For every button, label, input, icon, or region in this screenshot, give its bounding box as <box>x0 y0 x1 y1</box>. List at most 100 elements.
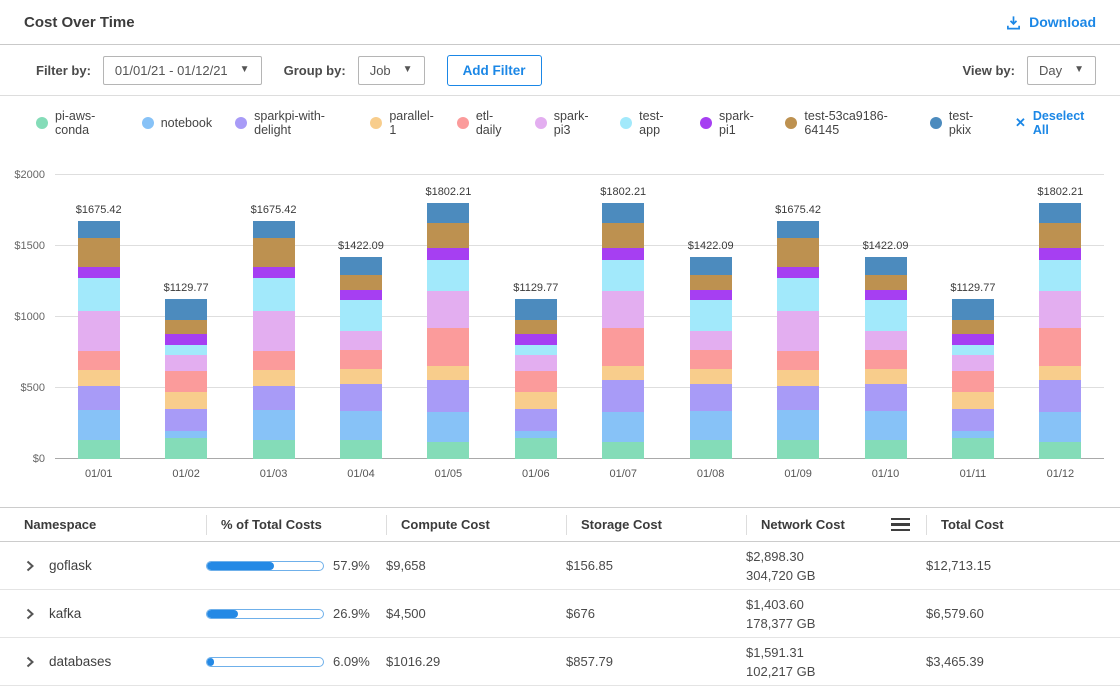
bar-01-09[interactable] <box>777 221 819 459</box>
bar-segment-pi-aws-conda[interactable] <box>952 438 994 459</box>
bar-segment-etl-daily[interactable] <box>952 371 994 392</box>
bar-segment-test-pkix[interactable] <box>515 299 557 320</box>
bar-segment-pi-aws-conda[interactable] <box>78 440 120 459</box>
bar-segment-spark-pi3[interactable] <box>602 291 644 328</box>
bar-01-04[interactable] <box>340 257 382 459</box>
bar-segment-test-53ca9186-64145[interactable] <box>427 223 469 248</box>
download-button[interactable]: Download <box>1006 14 1096 30</box>
legend-item-spark-pi3[interactable]: spark-pi3 <box>535 109 597 137</box>
bar-segment-spark-pi1[interactable] <box>602 248 644 260</box>
date-range-select[interactable]: 01/01/21 - 01/12/21 ▼ <box>103 56 262 85</box>
bar-segment-parallel-1[interactable] <box>78 370 120 386</box>
bar-segment-etl-daily[interactable] <box>602 328 644 366</box>
bar-01-10[interactable] <box>865 257 907 459</box>
legend-item-spark-pi1[interactable]: spark-pi1 <box>700 109 762 137</box>
bar-segment-notebook[interactable] <box>777 410 819 441</box>
bar-segment-parallel-1[interactable] <box>340 369 382 384</box>
bar-segment-pi-aws-conda[interactable] <box>690 440 732 459</box>
legend-item-test-53ca9186-64145[interactable]: test-53ca9186-64145 <box>785 109 907 137</box>
bar-segment-test-pkix[interactable] <box>340 257 382 275</box>
bar-segment-spark-pi1[interactable] <box>340 290 382 300</box>
bar-segment-pi-aws-conda[interactable] <box>777 440 819 459</box>
bar-segment-pi-aws-conda[interactable] <box>1039 442 1081 459</box>
bar-01-08[interactable] <box>690 257 732 459</box>
bar-segment-spark-pi1[interactable] <box>253 267 295 278</box>
bar-segment-test-pkix[interactable] <box>865 257 907 275</box>
bar-segment-test-app[interactable] <box>515 345 557 355</box>
bar-segment-spark-pi3[interactable] <box>340 331 382 349</box>
bar-segment-spark-pi1[interactable] <box>865 290 907 300</box>
bar-segment-notebook[interactable] <box>253 410 295 441</box>
bar-segment-test-53ca9186-64145[interactable] <box>602 223 644 248</box>
bar-segment-test-pkix[interactable] <box>165 299 207 320</box>
bar-segment-etl-daily[interactable] <box>78 351 120 369</box>
bar-segment-test-app[interactable] <box>340 300 382 331</box>
bar-segment-spark-pi3[interactable] <box>253 311 295 352</box>
expand-chevron-icon[interactable] <box>24 656 36 668</box>
bar-segment-test-53ca9186-64145[interactable] <box>690 275 732 290</box>
bar-segment-pi-aws-conda[interactable] <box>602 442 644 459</box>
bar-segment-parallel-1[interactable] <box>1039 366 1081 379</box>
bar-segment-notebook[interactable] <box>340 411 382 440</box>
bar-segment-test-app[interactable] <box>952 345 994 355</box>
bar-segment-test-pkix[interactable] <box>690 257 732 275</box>
bar-01-03[interactable] <box>253 221 295 459</box>
bar-01-12[interactable] <box>1039 203 1081 459</box>
bar-segment-sparkpi-with-delight[interactable] <box>340 384 382 410</box>
bar-segment-parallel-1[interactable] <box>427 366 469 379</box>
bar-segment-test-pkix[interactable] <box>253 221 295 238</box>
bar-segment-test-app[interactable] <box>690 300 732 331</box>
bar-segment-spark-pi1[interactable] <box>515 334 557 345</box>
legend-item-test-app[interactable]: test-app <box>620 109 677 137</box>
legend-item-pi-aws-conda[interactable]: pi-aws-conda <box>36 109 119 137</box>
bar-segment-sparkpi-with-delight[interactable] <box>253 386 295 410</box>
bar-segment-etl-daily[interactable] <box>253 351 295 369</box>
bar-segment-etl-daily[interactable] <box>690 350 732 370</box>
bar-segment-test-pkix[interactable] <box>602 203 644 223</box>
group-by-select[interactable]: Job ▼ <box>358 56 425 85</box>
bar-segment-notebook[interactable] <box>78 410 120 441</box>
bar-segment-spark-pi3[interactable] <box>427 291 469 328</box>
bar-segment-spark-pi1[interactable] <box>690 290 732 300</box>
bar-segment-notebook[interactable] <box>165 431 207 438</box>
bar-segment-notebook[interactable] <box>515 431 557 438</box>
bar-segment-notebook[interactable] <box>1039 412 1081 443</box>
bar-segment-test-pkix[interactable] <box>427 203 469 223</box>
bar-segment-etl-daily[interactable] <box>427 328 469 366</box>
bar-segment-sparkpi-with-delight[interactable] <box>1039 380 1081 412</box>
bar-segment-etl-daily[interactable] <box>165 371 207 392</box>
bar-segment-test-53ca9186-64145[interactable] <box>253 238 295 267</box>
bar-segment-sparkpi-with-delight[interactable] <box>952 409 994 432</box>
bar-segment-test-pkix[interactable] <box>78 221 120 238</box>
bar-segment-parallel-1[interactable] <box>690 369 732 384</box>
legend-item-test-pkix[interactable]: test-pkix <box>930 109 988 137</box>
bar-segment-sparkpi-with-delight[interactable] <box>78 386 120 410</box>
bar-segment-test-pkix[interactable] <box>952 299 994 320</box>
bar-segment-spark-pi3[interactable] <box>165 355 207 371</box>
bar-segment-test-pkix[interactable] <box>777 221 819 238</box>
bar-segment-spark-pi3[interactable] <box>78 311 120 352</box>
bar-segment-parallel-1[interactable] <box>515 392 557 409</box>
bar-segment-test-app[interactable] <box>865 300 907 331</box>
bar-segment-parallel-1[interactable] <box>602 366 644 379</box>
bar-segment-pi-aws-conda[interactable] <box>165 438 207 459</box>
bar-01-02[interactable] <box>165 299 207 459</box>
bar-segment-test-53ca9186-64145[interactable] <box>865 275 907 290</box>
bar-segment-parallel-1[interactable] <box>165 392 207 409</box>
bar-segment-sparkpi-with-delight[interactable] <box>690 384 732 410</box>
bar-segment-test-53ca9186-64145[interactable] <box>1039 223 1081 248</box>
bar-segment-notebook[interactable] <box>690 411 732 440</box>
bar-segment-spark-pi1[interactable] <box>952 334 994 345</box>
bar-segment-etl-daily[interactable] <box>1039 328 1081 366</box>
bar-01-05[interactable] <box>427 203 469 459</box>
bar-segment-pi-aws-conda[interactable] <box>515 438 557 459</box>
bar-segment-sparkpi-with-delight[interactable] <box>427 380 469 412</box>
bar-segment-test-53ca9186-64145[interactable] <box>952 320 994 335</box>
bar-segment-test-53ca9186-64145[interactable] <box>165 320 207 335</box>
bar-segment-sparkpi-with-delight[interactable] <box>865 384 907 410</box>
deselect-all-button[interactable]: ✕ Deselect All <box>1015 109 1096 137</box>
bar-segment-test-app[interactable] <box>253 278 295 311</box>
legend-item-etl-daily[interactable]: etl-daily <box>457 109 512 137</box>
bar-segment-test-app[interactable] <box>602 260 644 291</box>
bar-segment-parallel-1[interactable] <box>777 370 819 386</box>
